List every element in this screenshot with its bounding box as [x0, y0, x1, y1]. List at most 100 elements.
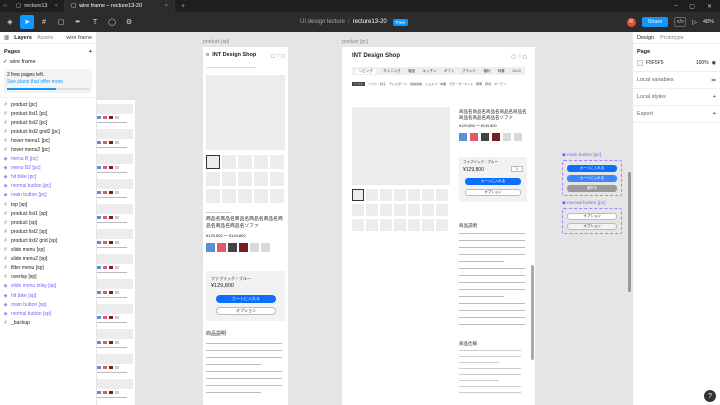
menu-icon[interactable]: ≡ — [206, 52, 209, 58]
component-label-normal-button[interactable]: ◆ normal button [pc] — [562, 201, 605, 206]
minimize-icon[interactable]: – — [674, 3, 677, 10]
layer-item[interactable]: # product list2 [sp] — [0, 227, 96, 236]
canvas-scrollbar[interactable] — [628, 172, 631, 292]
frame-product-pc[interactable]: INT Design Shop ◯ ♡ ▢ リビング ダイニング 寝室 キッチン ギフト… — [342, 47, 535, 405]
nav-item[interactable]: 特集 — [498, 69, 505, 74]
nav-item[interactable]: キッチン — [423, 69, 437, 74]
add-page-icon[interactable]: + — [89, 49, 92, 55]
actions-tool-icon[interactable]: ⚙ — [122, 15, 136, 29]
normal-button-component-set[interactable]: オプション オプション — [562, 208, 622, 234]
layer-item[interactable]: # slide menu2 [sp] — [0, 255, 96, 264]
new-tab-icon[interactable]: + — [175, 3, 191, 10]
tab-assets[interactable]: Assets — [37, 35, 54, 41]
home-icon[interactable]: ⌂ — [0, 0, 10, 12]
normal-button-hover[interactable]: オプション — [567, 223, 617, 230]
os-tab-recture13[interactable]: ▢ recture13 × — [10, 0, 65, 12]
sliders-icon[interactable]: ⚌ — [711, 77, 716, 83]
frame-tool-icon[interactable]: # — [37, 15, 51, 29]
layer-item[interactable]: ◈ main button [pc] — [0, 191, 96, 200]
nav-item[interactable]: ダイニング — [383, 69, 401, 74]
play-icon[interactable]: ▷ — [692, 19, 697, 26]
text-tool-icon[interactable]: T — [88, 15, 102, 29]
move-tool-icon[interactable]: ➤ — [20, 15, 34, 29]
layer-item[interactable]: # slide menu [sp] — [0, 246, 96, 255]
layer-item[interactable]: # product list1 [sp] — [0, 209, 96, 218]
layer-item[interactable]: # product list2 [pc] — [0, 118, 96, 127]
main-button-default[interactable]: カートに入れる — [567, 165, 617, 172]
close-icon[interactable]: × — [165, 3, 168, 9]
sub-nav-item[interactable]: 収納収納 — [410, 82, 422, 86]
add-style-icon[interactable]: + — [713, 94, 716, 100]
main-button-disabled[interactable]: 選択中 — [567, 185, 617, 192]
layer-item[interactable]: # hover menu2 [pc] — [0, 145, 96, 154]
upsell-link[interactable]: See plans that offer more — [7, 79, 89, 86]
os-tab-wireframe[interactable]: ▢ wire frame – recture13-20 × — [65, 0, 175, 12]
layer-item[interactable]: # overlay [sp] — [0, 273, 96, 282]
layer-item[interactable]: ◈ normal button [sp] — [0, 309, 96, 318]
sub-nav-item[interactable]: 照明 — [476, 82, 482, 86]
zoom-level[interactable]: 48% — [703, 19, 714, 25]
add-export-icon[interactable]: + — [713, 111, 716, 117]
main-button-hover[interactable]: カートに入れる — [567, 175, 617, 182]
figma-menu-icon[interactable]: ◈ — [3, 15, 17, 29]
layer-item[interactable]: # hover menu1 [pc] — [0, 136, 96, 145]
frame-label-sp[interactable]: product [sp] — [203, 39, 229, 45]
layer-item[interactable]: # _backup — [0, 318, 96, 327]
pc-add-to-cart-button[interactable]: カートに入れる — [465, 178, 521, 185]
layer-item[interactable]: ◈ menu B2 [pc] — [0, 164, 96, 173]
layer-item[interactable]: # product [pc] — [0, 100, 96, 109]
close-window-icon[interactable]: ✕ — [707, 3, 712, 10]
page-item-wireframe[interactable]: ✓ wire frame — [0, 57, 96, 67]
nav-item[interactable]: ブランド — [462, 69, 476, 74]
eye-icon[interactable]: ◉ — [712, 60, 716, 66]
layer-item[interactable]: ◈ main button [sp] — [0, 300, 96, 309]
local-variables-section[interactable]: Local variables ⚌ — [633, 72, 720, 89]
background-color-swatch[interactable] — [637, 60, 643, 66]
tab-design[interactable]: Design — [637, 35, 654, 41]
sub-nav-item[interactable]: カーテン — [494, 82, 506, 86]
main-button-component-set[interactable]: カートに入れる カートに入れる 選択中 — [562, 160, 622, 196]
sub-nav-item[interactable]: シェルフ・本棚 — [425, 82, 446, 86]
component-label-main-button[interactable]: ◆ main button [pc] — [562, 153, 601, 158]
layer-item[interactable]: ◈ normal button [pc] — [0, 182, 96, 191]
layer-item[interactable]: # product list2 grid [sp] — [0, 236, 96, 245]
maximize-icon[interactable]: ▢ — [689, 3, 695, 10]
nav-item[interactable]: リビング — [355, 68, 376, 74]
nav-item[interactable]: SALE — [512, 69, 521, 73]
layer-item[interactable]: # product list2 grid2 [pc] — [0, 127, 96, 136]
layer-item[interactable]: ◈ slide menu inlay [sp] — [0, 282, 96, 291]
page-selector[interactable]: wire frame — [66, 35, 92, 41]
share-button[interactable]: Share — [641, 17, 669, 27]
file-name[interactable]: recture13-20 — [353, 19, 387, 25]
layer-item[interactable]: # filter menu [sp] — [0, 264, 96, 273]
page-background-row[interactable]: F5F5F5 100% ◉ — [637, 60, 716, 66]
pc-option-button[interactable]: オプション — [465, 189, 521, 196]
layer-item[interactable]: ◈ hit bike [sp] — [0, 291, 96, 300]
help-button[interactable]: ? — [704, 390, 716, 402]
avatar[interactable]: R — [626, 17, 636, 27]
sidebar-toggle-icon[interactable]: ▥ — [4, 35, 9, 41]
nav-item[interactable]: 福利 — [483, 69, 490, 74]
layer-item[interactable]: # top [sp] — [0, 200, 96, 209]
project-name[interactable]: UI design lecture — [300, 19, 345, 25]
nav-item[interactable]: ギフト — [444, 69, 455, 74]
sub-nav-item[interactable]: 寝具 — [485, 82, 491, 86]
rectangle-tool-icon[interactable]: ▢ — [54, 15, 68, 29]
pc-frame-scrollbar[interactable] — [531, 265, 534, 360]
layer-item[interactable]: # product list1 [pc] — [0, 109, 96, 118]
sub-nav-item[interactable]: ラグ・カーペット — [449, 82, 473, 86]
sub-nav-item[interactable]: ソファ・椅子 — [368, 82, 386, 86]
frame-product-sp[interactable]: ≡ INT Design Shop ◯ ♡ ▢ 商品名商品名商品名商品名商品名商… — [203, 47, 288, 405]
layer-item[interactable]: ◈ menu B [pc] — [0, 155, 96, 164]
frame-label-pc[interactable]: product [pc] — [342, 39, 368, 45]
nav-item[interactable]: 寝室 — [408, 69, 415, 74]
layer-item[interactable]: ◈ hit bike [pc] — [0, 173, 96, 182]
background-hex[interactable]: F5F5F5 — [646, 60, 664, 66]
layer-item[interactable]: # product [sp] — [0, 218, 96, 227]
option-button[interactable]: オプション — [216, 307, 276, 315]
pen-tool-icon[interactable]: ✒ — [71, 15, 85, 29]
sub-nav-item[interactable]: テレビボード — [389, 82, 407, 86]
normal-button-default[interactable]: オプション — [567, 213, 617, 220]
quantity-stepper[interactable]: 1 — [511, 166, 523, 172]
frame-product-list-sp[interactable] — [97, 100, 135, 405]
